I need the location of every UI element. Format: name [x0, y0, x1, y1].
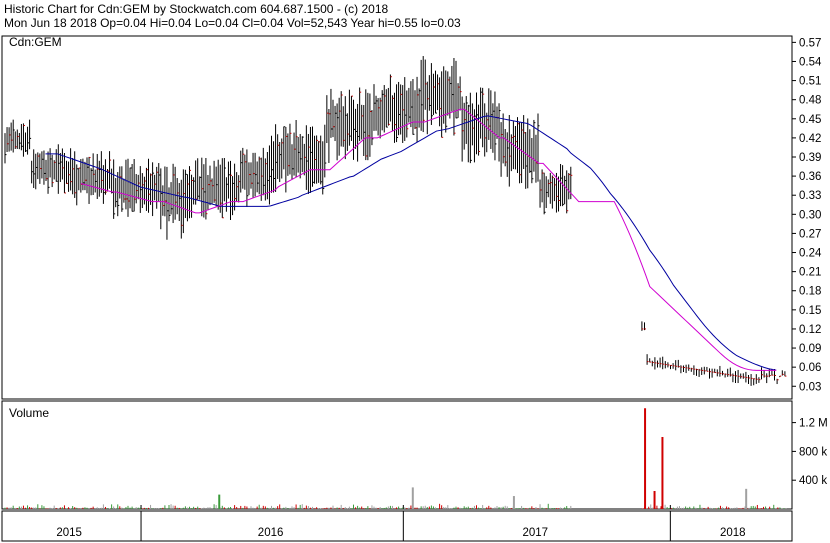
year-label: 2018: [720, 527, 746, 539]
price-tick-label: 0.27: [799, 228, 821, 240]
price-tick-label: 0.21: [799, 267, 821, 279]
price-tick-label: 0.39: [799, 152, 821, 164]
price-panel: 0.57 0.54 0.51 0.48 0.45 0.42 0.39 0.36 0.33 0.30…: [1, 35, 822, 400]
price-tick-label: 0.30: [799, 209, 821, 221]
price-tick-label: 0.42: [799, 133, 821, 145]
price-tick-label: 0.51: [799, 76, 821, 88]
price-tick-label: 0.24: [799, 248, 822, 260]
volume-frame: [1, 400, 793, 510]
volume-panel: 1.2 M 800 k 400 k: [1, 400, 828, 510]
price-tick-label: 0.06: [799, 362, 821, 374]
price-tick-label: 0.33: [799, 190, 821, 202]
price-tick-label: 0.12: [799, 324, 821, 336]
volume-tick-label: 1.2 M: [799, 418, 828, 430]
header-line-1: Historic Chart for Cdn:GEM by Stockwatch…: [4, 2, 388, 16]
stock-chart: Historic Chart for Cdn:GEM by Stockwatch…: [1, 2, 828, 542]
price-tick-label: 0.57: [799, 37, 821, 49]
year-label: 2016: [258, 527, 284, 539]
header-line-2: Mon Jun 18 2018 Op=0.04 Hi=0.04 Lo=0.04 …: [4, 16, 461, 30]
volume-chart-title: Volume: [9, 406, 49, 420]
price-tick-label: 0.45: [799, 114, 821, 126]
price-tick-label: 0.15: [799, 305, 821, 317]
price-tick-label: 0.48: [799, 95, 821, 107]
x-axis-frame: [1, 510, 793, 542]
year-label: 2017: [522, 527, 548, 539]
volume-tick-label: 800 k: [799, 446, 827, 458]
year-label: 2015: [56, 527, 82, 539]
price-tick-label: 0.36: [799, 171, 821, 183]
price-tick-label: 0.54: [799, 56, 822, 68]
price-chart-title: Cdn:GEM: [9, 35, 62, 49]
price-tick-label: 0.03: [799, 381, 821, 393]
x-axis: 2015 2016 2017 2018: [1, 510, 793, 542]
volume-tick-label: 400 k: [799, 475, 827, 487]
price-tick-label: 0.09: [799, 343, 821, 355]
price-tick-label: 0.18: [799, 286, 821, 298]
